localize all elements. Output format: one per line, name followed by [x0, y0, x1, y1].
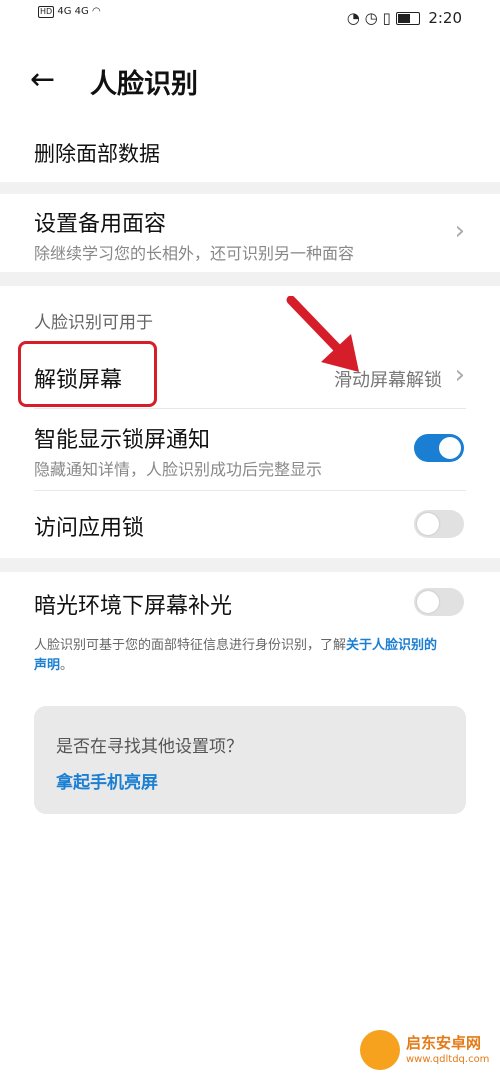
app-lock-row[interactable]: 访问应用锁 — [0, 492, 500, 556]
chevron-right-icon: › — [454, 360, 465, 390]
section-label: 人脸识别可用于 — [34, 313, 153, 333]
alarm-icon: ◷ — [364, 9, 378, 27]
app-lock-title: 访问应用锁 — [34, 516, 145, 541]
watermark-logo-icon — [360, 1030, 400, 1070]
toggle-knob — [417, 591, 439, 613]
title-bar: ← 人脸识别 — [0, 40, 500, 120]
lowlight-title: 暗光环境下屏幕补光 — [34, 594, 233, 619]
delete-face-data-link[interactable]: 删除面部数据 — [34, 138, 160, 168]
lowlight-toggle[interactable] — [414, 588, 464, 616]
usage-section: 人脸识别可用于 解锁屏幕 滑动屏幕解锁 › 智能显示锁屏通知 隐藏通知详情，人脸… — [0, 286, 500, 558]
footnote-end: 。 — [60, 658, 74, 673]
backup-face-title: 设置备用面容 — [34, 212, 167, 237]
wifi-icon: ◠ — [91, 6, 101, 17]
vibrate-icon: ▯ — [382, 9, 391, 27]
raise-to-wake-link[interactable]: 拿起手机亮屏 — [56, 768, 158, 793]
delete-face-section: 删除面部数据 — [0, 120, 500, 182]
chevron-right-icon: › — [454, 216, 465, 246]
battery-icon — [395, 12, 420, 25]
headphone-icon: ◔ — [346, 9, 360, 27]
footnote-text: 人脸识别可基于您的面部特征信息进行身份识别，了解 — [34, 638, 347, 653]
signal-indicators: HD 4G 4G ◠ — [38, 6, 101, 18]
toggle-knob — [417, 513, 439, 535]
status-right: ◔ ◷ ▯ 2:20 — [347, 9, 462, 27]
smart-notification-toggle[interactable] — [414, 434, 464, 462]
divider — [34, 408, 466, 409]
toggle-knob — [439, 437, 461, 459]
clock-time: 2:20 — [428, 9, 462, 27]
backup-face-subtitle: 除继续学习您的长相外，还可识别另一种面容 — [34, 244, 355, 263]
watermark-name: 启东安卓网 — [406, 1034, 482, 1052]
smart-notification-subtitle: 隐藏通知详情，人脸识别成功后完整显示 — [34, 460, 323, 479]
watermark-url: www.qdltdq.com — [406, 1054, 490, 1065]
backup-face-row[interactable]: 设置备用面容 除继续学习您的长相外，还可识别另一种面容 › — [0, 194, 500, 272]
signal-text: 4G 4G — [57, 6, 89, 17]
watermark: 启东安卓网 www.qdltdq.com — [360, 1026, 490, 1076]
smart-notification-title: 智能显示锁屏通知 — [34, 428, 211, 453]
page-title: 人脸识别 — [90, 69, 198, 100]
lowlight-section: 暗光环境下屏幕补光 人脸识别可基于您的面部特征信息进行身份识别，了解关于人脸识别… — [0, 572, 500, 1092]
suggestion-card: 是否在寻找其他设置项？ 拿起手机亮屏 — [34, 706, 466, 814]
app-lock-toggle[interactable] — [414, 510, 464, 538]
hd-icon: HD — [38, 6, 55, 18]
highlight-box — [18, 341, 157, 407]
privacy-footnote: 人脸识别可基于您的面部特征信息进行身份识别，了解关于人脸识别的 声明。 — [34, 636, 470, 676]
back-arrow-icon[interactable]: ← — [30, 62, 66, 98]
smart-notification-row[interactable]: 智能显示锁屏通知 隐藏通知详情，人脸识别成功后完整显示 — [0, 410, 500, 490]
suggestion-question: 是否在寻找其他设置项？ — [56, 737, 243, 757]
divider — [34, 490, 466, 491]
statement-link-cont[interactable]: 声明 — [34, 658, 60, 673]
red-arrow-icon — [286, 296, 359, 372]
status-bar: HD 4G 4G ◠ ◔ ◷ ▯ 2:20 — [0, 0, 500, 40]
lowlight-row[interactable]: 暗光环境下屏幕补光 — [0, 572, 500, 634]
statement-link[interactable]: 关于人脸识别的 — [346, 638, 437, 653]
